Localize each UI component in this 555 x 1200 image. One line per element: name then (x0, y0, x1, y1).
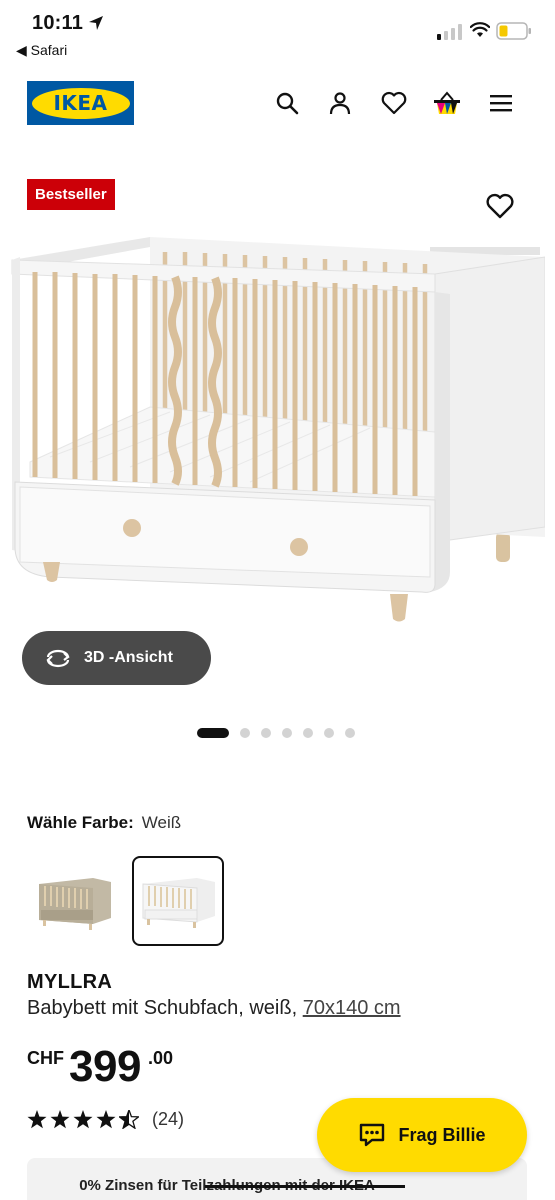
3d-view-label: 3D -Ansicht (84, 649, 173, 666)
carousel-dot[interactable] (197, 728, 229, 738)
star-half-icon (119, 1110, 139, 1129)
chat-billie-label: Frag Billie (398, 1124, 486, 1145)
color-choice-label: Wähle Farbe: Weiß (27, 813, 181, 833)
star-full-icon (96, 1110, 116, 1129)
carousel-dot[interactable] (282, 728, 292, 738)
status-time: 10:11 (32, 12, 84, 34)
status-bar: 10:11 ◀ Safari (0, 0, 555, 68)
star-full-icon (73, 1110, 93, 1129)
color-choice-value: Weiß (141, 813, 182, 832)
search-icon[interactable] (273, 89, 301, 117)
location-arrow-icon (89, 16, 103, 30)
color-swatch-grey-green[interactable] (27, 856, 119, 946)
carousel-dot[interactable] (345, 728, 355, 738)
carousel-dot[interactable] (261, 728, 271, 738)
battery-icon (496, 22, 531, 40)
3d-view-button[interactable]: 3D -Ansicht (22, 631, 211, 685)
star-full-icon (50, 1110, 70, 1129)
shopping-bag-icon[interactable] (433, 89, 461, 117)
swatch-thumbnail (142, 878, 215, 928)
menu-icon[interactable] (487, 89, 515, 117)
carousel-dot[interactable] (303, 728, 313, 738)
image-carousel-indicator[interactable] (197, 727, 355, 739)
wifi-icon (470, 22, 490, 37)
price-integer: 399 (69, 1042, 141, 1091)
rotate-3d-icon (46, 649, 70, 668)
logo-text: IKEA (53, 91, 108, 115)
product-size-link[interactable]: 70x140 cm (303, 997, 401, 1019)
rating-stars[interactable] (27, 1110, 139, 1129)
cellular-signal-icon (437, 24, 462, 40)
price-currency: CHF (27, 1048, 64, 1068)
carousel-dot[interactable] (324, 728, 334, 738)
bestseller-badge: Bestseller (27, 179, 115, 210)
carousel-dot[interactable] (240, 728, 250, 738)
promo-strike-line (205, 1185, 405, 1188)
product-name: MYLLRA (27, 971, 113, 993)
product-description-text: Babybett mit Schubfach, weiß, (27, 997, 298, 1019)
chat-bubble-icon (360, 1123, 385, 1147)
chat-billie-button[interactable]: Frag Billie (317, 1098, 527, 1172)
product-image[interactable] (10, 232, 545, 627)
color-swatch-white[interactable] (132, 856, 224, 946)
star-full-icon (27, 1110, 47, 1129)
back-to-safari-link[interactable]: ◀ Safari (16, 42, 67, 59)
ikea-logo[interactable]: IKEA (27, 81, 134, 125)
user-icon[interactable] (326, 89, 354, 117)
add-to-favourites-icon[interactable] (486, 192, 514, 220)
product-description: Babybett mit Schubfach, weiß, 70x140 cm (27, 997, 401, 1020)
color-choice-title: Wähle Farbe: (27, 813, 134, 832)
heart-icon[interactable] (380, 89, 408, 117)
price-decimal: .00 (148, 1048, 174, 1068)
rating-count[interactable]: (24) (152, 1109, 184, 1130)
swatch-thumbnail (39, 878, 111, 930)
site-header: IKEA (0, 76, 555, 132)
